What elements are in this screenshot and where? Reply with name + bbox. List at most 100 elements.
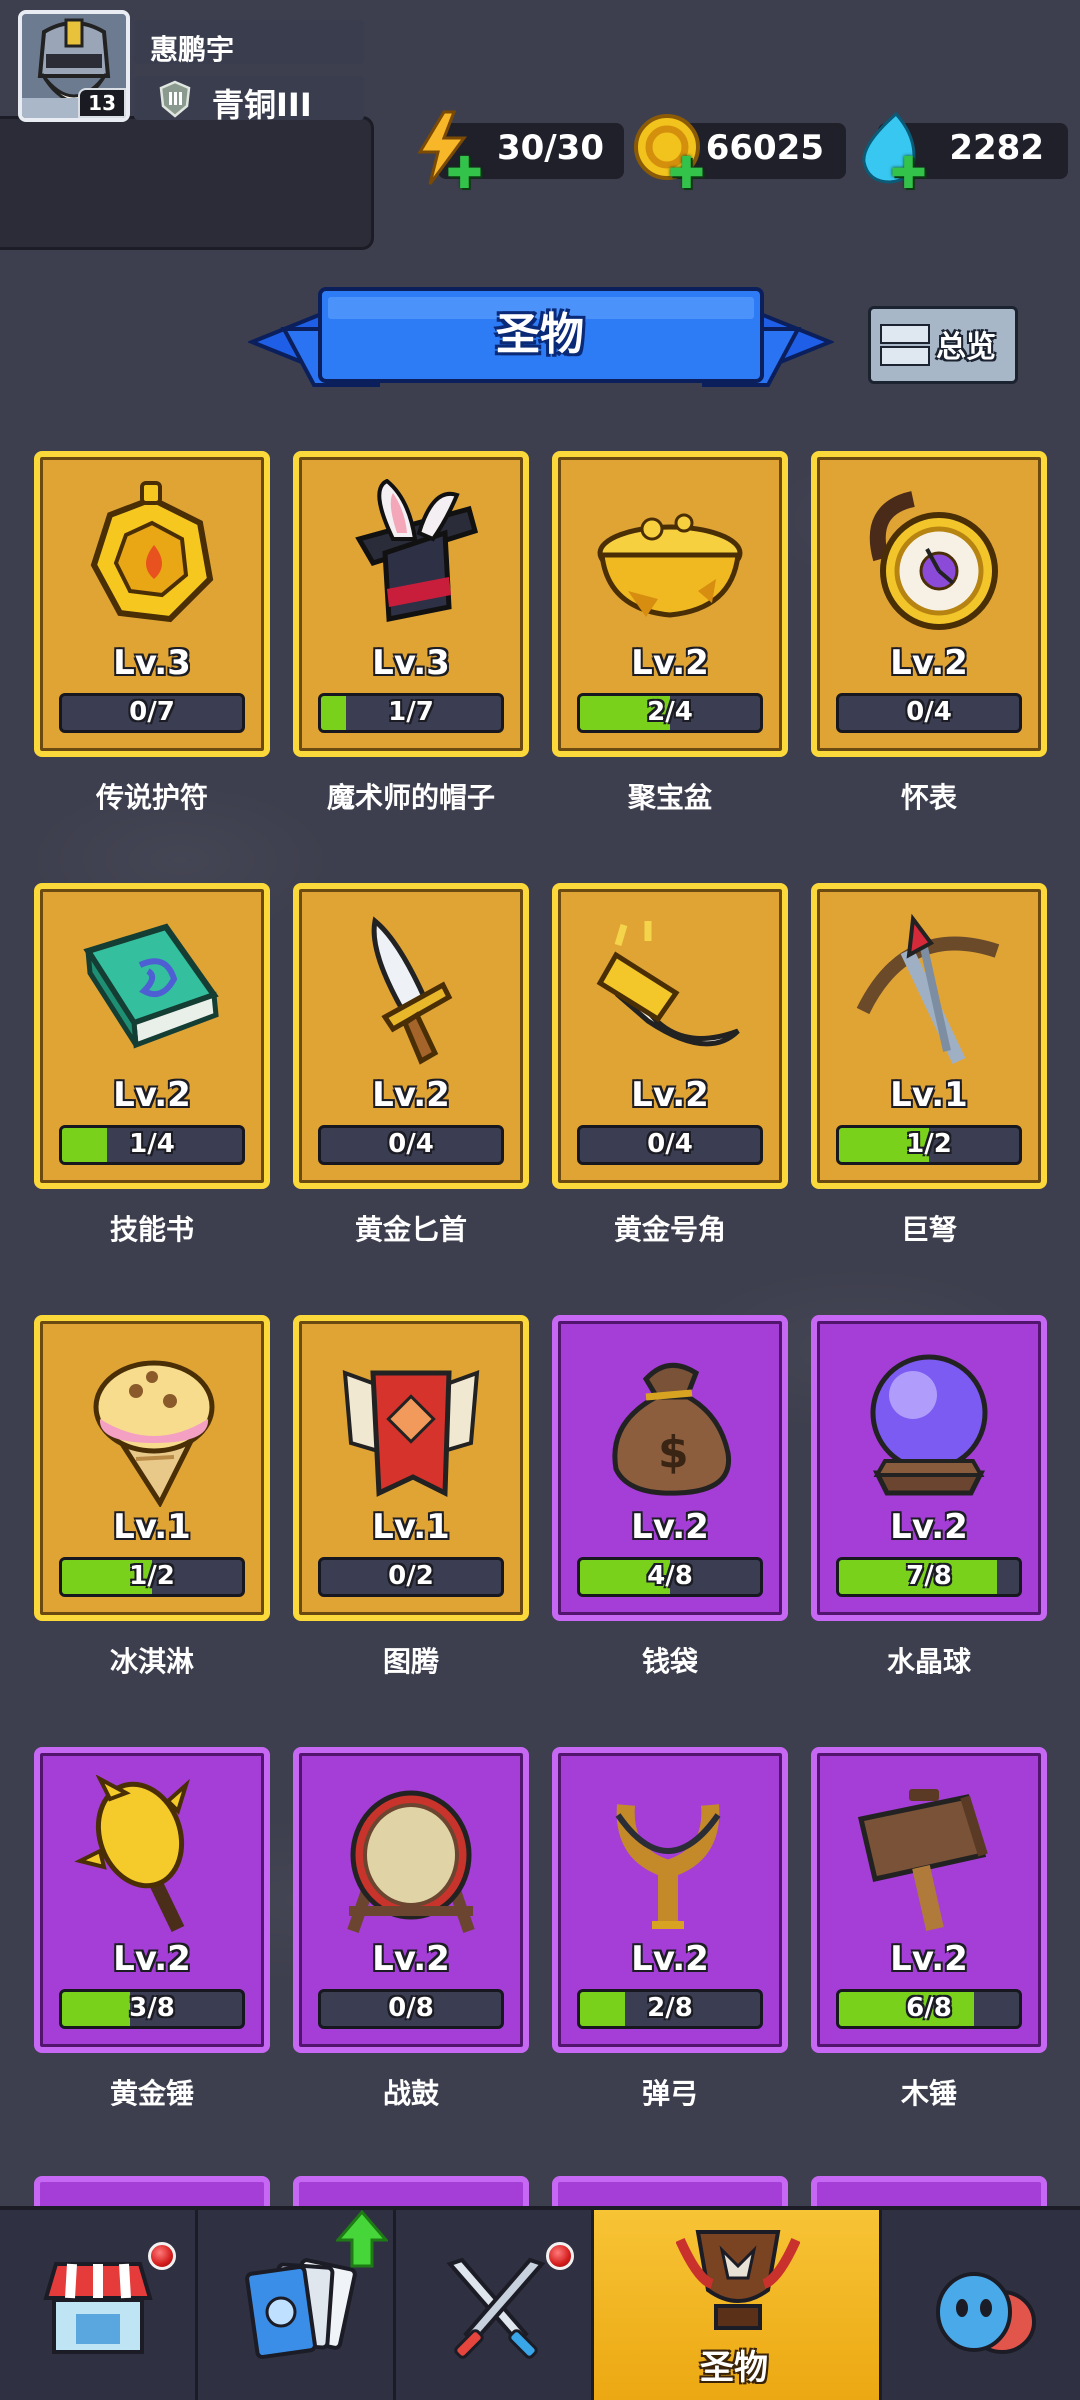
- relic-progress-bar: 1/4: [59, 1125, 245, 1165]
- relic-name: 冰淇淋: [109, 1645, 194, 1678]
- relic-progress-text: 2/4: [647, 697, 693, 727]
- relic-progress-text: 4/8: [647, 1561, 693, 1591]
- relic-trophy-icon: [676, 2230, 800, 2330]
- nav-tab-social[interactable]: [882, 2210, 1080, 2400]
- relic-progress-bar: 0/4: [577, 1125, 763, 1165]
- relic-name: 聚宝盆: [627, 781, 712, 814]
- relic-progress-bar: 0/4: [318, 1125, 504, 1165]
- relic-card-war-drum[interactable]: Lv.2 0/8: [293, 1747, 529, 2053]
- wooden-hammer-icon: [857, 1789, 988, 1931]
- relic-name: 巨弩: [900, 1213, 957, 1246]
- relic-name: 魔术师的帽子: [326, 781, 495, 814]
- relic-card-totem-banner[interactable]: Lv.1 0/2: [293, 1315, 529, 1621]
- cards-icon: [245, 2258, 357, 2359]
- relic-name: 技能书: [109, 1213, 194, 1246]
- relic-name: 弹弓: [641, 2077, 698, 2110]
- relic-name: 水晶球: [886, 1645, 971, 1678]
- relic-progress-text: 1/2: [906, 1129, 952, 1159]
- relic-card-skill-book[interactable]: Lv.2 1/4: [34, 883, 270, 1189]
- relic-card-treasure-bowl[interactable]: Lv.2 2/4: [552, 451, 788, 757]
- list-icon: [880, 324, 930, 366]
- relic-card-wooden-hammer[interactable]: Lv.2 6/8: [811, 1747, 1047, 2053]
- shop-stall-icon: [43, 2262, 153, 2354]
- relic-progress-bar: 2/4: [577, 693, 763, 733]
- slingshot-icon: [615, 1804, 721, 1929]
- relic-progress-bar: 0/8: [318, 1989, 504, 2029]
- relic-progress-text: 1/4: [129, 1129, 175, 1159]
- relic-card-pocket-watch[interactable]: Lv.2 0/4: [811, 451, 1047, 757]
- skill-book-icon: [83, 923, 219, 1049]
- relic-progress-bar: 0/4: [836, 693, 1022, 733]
- relic-card-partial[interactable]: [552, 2176, 788, 2206]
- dagger-icon: [371, 916, 453, 1065]
- relic-level: Lv.1: [890, 1075, 968, 1115]
- relic-card-partial[interactable]: [811, 2176, 1047, 2206]
- relic-level: Lv.2: [890, 1507, 968, 1547]
- overview-label: 总览: [936, 330, 996, 365]
- rank-shield-icon: [159, 80, 191, 118]
- relic-card-partial[interactable]: [34, 2176, 270, 2206]
- relic-progress-text: 0/7: [129, 697, 175, 727]
- battle-notification-badge: [546, 2242, 574, 2270]
- relic-card-money-bag[interactable]: $ Lv.2 4/8: [552, 1315, 788, 1621]
- relic-name: 钱袋: [641, 1645, 698, 1678]
- relic-progress-bar: 7/8: [836, 1557, 1022, 1597]
- relic-progress-bar: 3/8: [59, 1989, 245, 2029]
- relic-progress-bar: 6/8: [836, 1989, 1022, 2029]
- player-avatar[interactable]: 13: [18, 10, 130, 122]
- relic-card-slingshot[interactable]: Lv.2 2/8: [552, 1747, 788, 2053]
- relic-progress-bar: 2/8: [577, 1989, 763, 2029]
- player-name: 惠鹏宇: [150, 33, 235, 66]
- relic-level: Lv.2: [113, 1939, 191, 1979]
- relic-card-ice-cream[interactable]: Lv.1 1/2: [34, 1315, 270, 1621]
- nav-tab-shop[interactable]: [0, 2210, 198, 2400]
- relic-name: 战鼓: [382, 2077, 439, 2110]
- relic-level: Lv.1: [113, 1507, 191, 1547]
- relic-name: 怀表: [900, 781, 957, 814]
- relic-progress-bar: 0/2: [318, 1557, 504, 1597]
- relic-progress-text: 0/4: [906, 697, 952, 727]
- relic-level: Lv.2: [631, 1075, 709, 1115]
- player-profile-panel[interactable]: [0, 116, 374, 250]
- nav-label-relics: 圣物: [700, 2348, 768, 2388]
- crystal-ball-icon: [870, 1354, 988, 1496]
- relic-name: 传说护符: [95, 781, 208, 814]
- player-level-badge: 13: [78, 88, 126, 118]
- treasure-bowl-icon: [597, 513, 743, 618]
- relic-progress-text: 0/4: [647, 1129, 693, 1159]
- relic-card-partial[interactable]: [293, 2176, 529, 2206]
- nav-tab-battle[interactable]: [396, 2210, 594, 2400]
- nav-tab-cards[interactable]: [198, 2210, 396, 2400]
- upgrade-arrow-icon: [336, 2210, 388, 2268]
- relic-progress-bar: 4/8: [577, 1557, 763, 1597]
- relic-progress-text: 1/7: [388, 697, 434, 727]
- relic-progress-text: 3/8: [129, 1993, 175, 2023]
- relic-progress-text: 6/8: [906, 1993, 952, 2023]
- relic-card-magician-hat[interactable]: Lv.3 1/7: [293, 451, 529, 757]
- relic-level: Lv.2: [631, 643, 709, 683]
- crossbow-icon: [856, 913, 1000, 1064]
- horn-icon: [596, 921, 740, 1047]
- relic-card-horn[interactable]: Lv.2 0/4: [552, 883, 788, 1189]
- gem-value: 2282: [949, 128, 1044, 168]
- money-bag-icon: $: [612, 1362, 732, 1496]
- relic-progress-text: 0/4: [388, 1129, 434, 1159]
- relic-name: 黄金锤: [109, 2077, 194, 2110]
- add-energy-icon[interactable]: ✚: [446, 152, 483, 196]
- relic-card-crossbow[interactable]: Lv.1 1/2: [811, 883, 1047, 1189]
- relic-level: Lv.2: [631, 1939, 709, 1979]
- relic-level: Lv.2: [113, 1075, 191, 1115]
- relic-name: 黄金号角: [613, 1213, 726, 1246]
- relic-card-golden-mace[interactable]: Lv.2 3/8: [34, 1747, 270, 2053]
- relic-progress-text: 1/2: [129, 1561, 175, 1591]
- ice-cream-icon: [93, 1360, 215, 1507]
- relic-card-dagger[interactable]: Lv.2 0/4: [293, 883, 529, 1189]
- relic-progress-bar: 1/2: [59, 1557, 245, 1597]
- war-drum-icon: [347, 1790, 475, 1933]
- relic-card-amulet[interactable]: Lv.3 0/7: [34, 451, 270, 757]
- relic-level: Lv.2: [372, 1075, 450, 1115]
- relic-level: Lv.2: [631, 1507, 709, 1547]
- relic-progress-bar: 1/7: [318, 693, 504, 733]
- relic-level: Lv.2: [890, 1939, 968, 1979]
- relic-card-crystal-ball[interactable]: Lv.2 7/8: [811, 1315, 1047, 1621]
